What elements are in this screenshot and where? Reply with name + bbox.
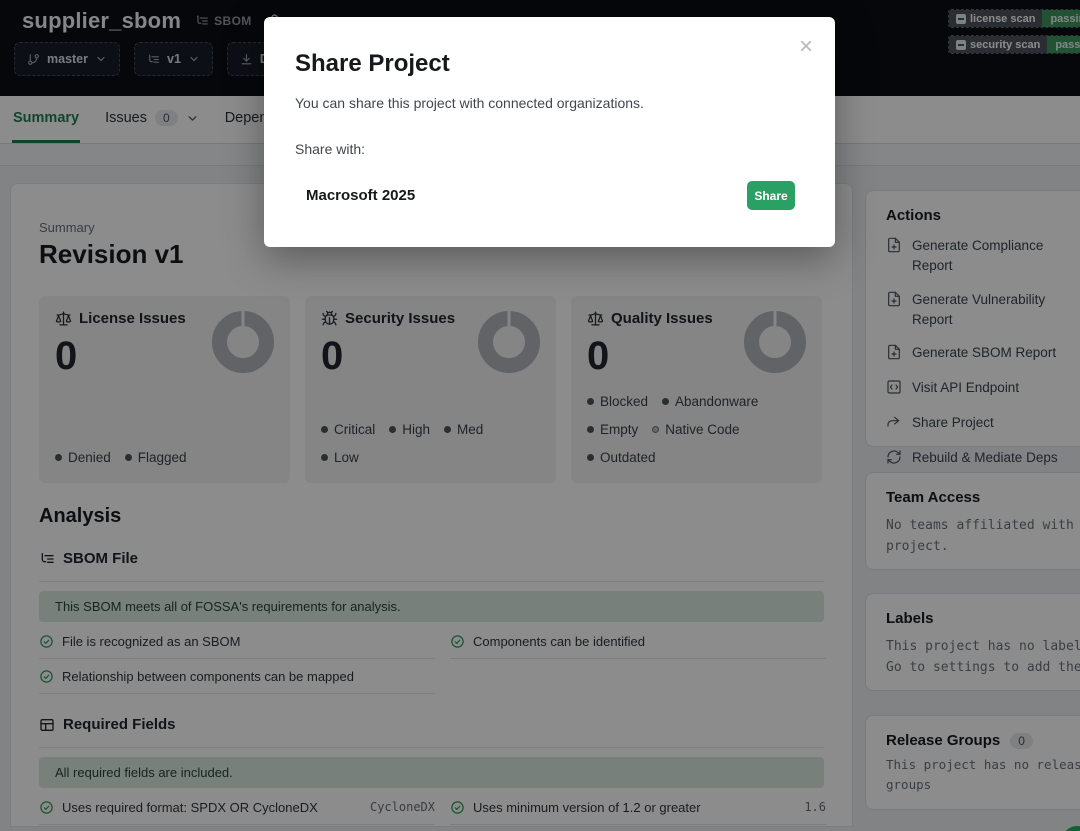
organization-name: Macrosoft 2025 [306,187,415,204]
close-icon[interactable]: × [799,35,813,59]
modal-title: Share Project [295,50,804,78]
share-with-label: Share with: [295,141,804,157]
fossa-project-page: supplier_sbom SBOM master [0,0,1080,831]
modal-description: You can share this project with connecte… [295,95,804,111]
organization-row: Macrosoft 2025 Share [295,181,804,210]
share-button[interactable]: Share [747,181,795,210]
share-project-modal: × Share Project You can share this proje… [264,17,835,247]
